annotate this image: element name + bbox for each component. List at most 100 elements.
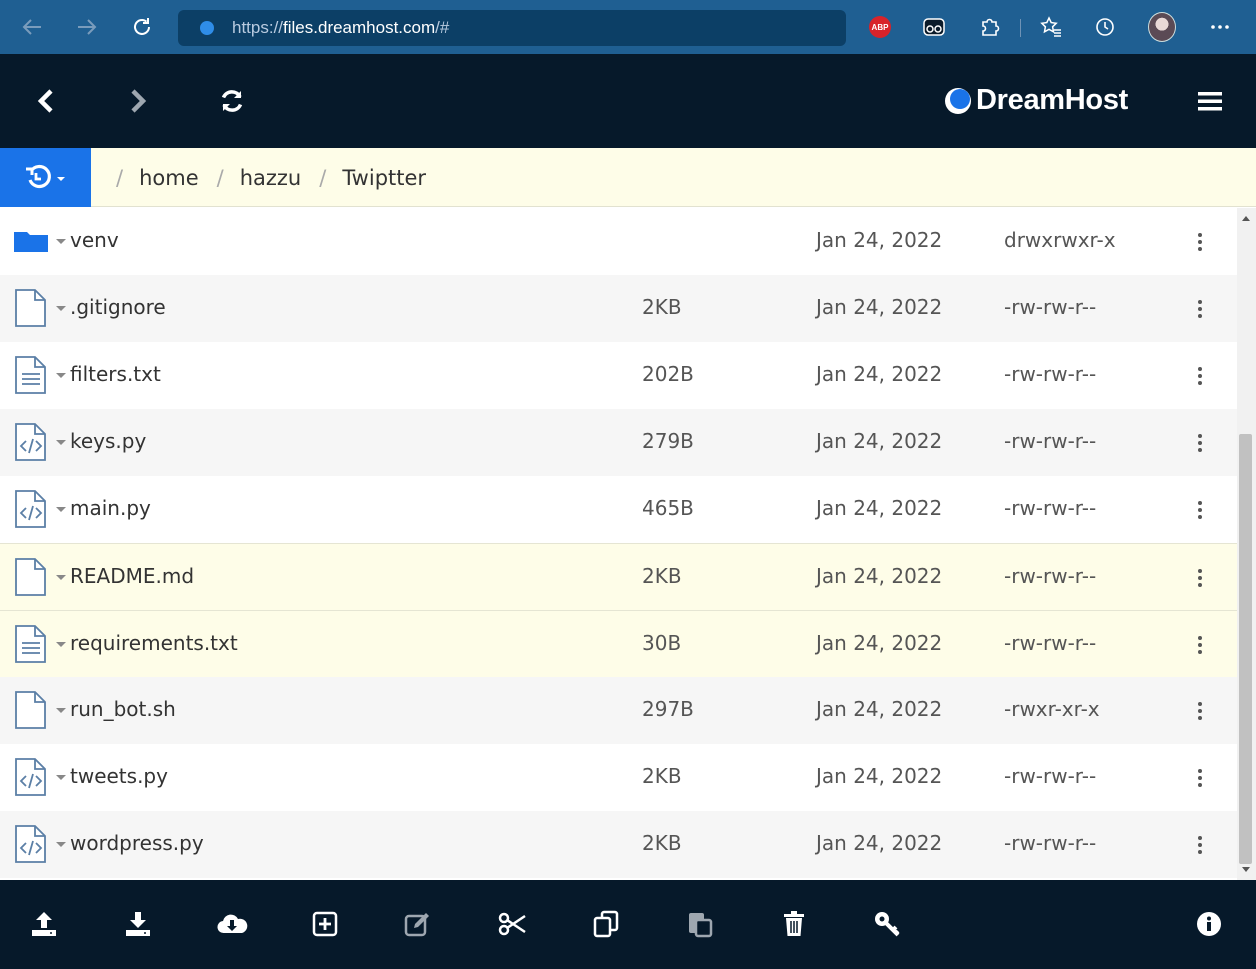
file-date: Jan 24, 2022: [816, 831, 943, 855]
row-more-vertical-icon[interactable]: [1192, 230, 1208, 254]
breadcrumb-current[interactable]: Twiptter: [342, 166, 426, 190]
glasses-icon: [923, 18, 945, 36]
row-more-vertical-icon[interactable]: [1192, 566, 1208, 590]
scrollbar[interactable]: [1237, 208, 1256, 880]
caret-down-icon[interactable]: [56, 440, 66, 445]
caret-down-icon[interactable]: [56, 642, 66, 647]
scroll-down-icon[interactable]: [1242, 867, 1250, 872]
site-info-icon[interactable]: [200, 21, 214, 35]
caret-down-icon[interactable]: [56, 708, 66, 713]
favorites-button[interactable]: [1037, 13, 1065, 41]
refresh-button[interactable]: [210, 79, 254, 123]
file-permissions: -rwxr-xr-x: [1004, 697, 1100, 721]
row-more-vertical-icon[interactable]: [1192, 297, 1208, 321]
file-name[interactable]: .gitignore: [70, 295, 166, 319]
history-dropdown-button[interactable]: [0, 148, 91, 207]
file-name[interactable]: tweets.py: [70, 764, 168, 788]
text-file-icon: [14, 356, 48, 394]
edit-button[interactable]: [400, 906, 436, 942]
permissions-key-icon: [875, 912, 900, 937]
caret-down-icon[interactable]: [56, 842, 66, 847]
cloud-download-button[interactable]: [214, 906, 250, 942]
delete-button[interactable]: [776, 906, 812, 942]
copy-button[interactable]: [588, 906, 624, 942]
file-row[interactable]: keys.py 279B Jan 24, 2022 -rw-rw-r--: [0, 409, 1237, 476]
row-more-vertical-icon[interactable]: [1192, 364, 1208, 388]
cut-button[interactable]: [494, 906, 530, 942]
file-size: 279B: [642, 429, 694, 453]
file-name[interactable]: filters.txt: [70, 362, 161, 386]
download-button[interactable]: [120, 906, 156, 942]
action-toolbar: [0, 880, 1256, 969]
profile-button[interactable]: [1148, 12, 1176, 42]
hamburger-menu-button[interactable]: [1188, 79, 1232, 123]
file-row[interactable]: tweets.py 2KB Jan 24, 2022 -rw-rw-r--: [0, 744, 1237, 811]
history-icon: [1096, 18, 1114, 36]
adblock-extension-button[interactable]: ABP: [866, 13, 894, 41]
address-bar-url: https://files.dreamhost.com/#: [232, 18, 450, 37]
file-row[interactable]: venv Jan 24, 2022 drwxrwxr-x: [0, 208, 1237, 275]
edit-icon: [404, 913, 429, 937]
paste-button[interactable]: [682, 906, 718, 942]
file-permissions: -rw-rw-r--: [1004, 362, 1097, 386]
file-name[interactable]: venv: [70, 228, 119, 252]
browser-forward-button[interactable]: [67, 7, 107, 47]
file-row[interactable]: requirements.txt 30B Jan 24, 2022 -rw-rw-r-…: [0, 610, 1237, 677]
row-more-vertical-icon[interactable]: [1192, 766, 1208, 790]
row-more-vertical-icon[interactable]: [1192, 633, 1208, 657]
file-name[interactable]: README.md: [70, 564, 194, 588]
file-name[interactable]: run_bot.sh: [70, 697, 176, 721]
row-more-vertical-icon[interactable]: [1192, 833, 1208, 857]
caret-down-icon[interactable]: [56, 373, 66, 378]
file-row[interactable]: main.py 465B Jan 24, 2022 -rw-rw-r--: [0, 476, 1237, 543]
upload-button[interactable]: [26, 906, 62, 942]
file-row[interactable]: run_bot.sh 297B Jan 24, 2022 -rwxr-xr-x: [0, 677, 1237, 744]
breadcrumb-home[interactable]: home: [139, 166, 199, 190]
file-name[interactable]: keys.py: [70, 429, 146, 453]
new-file-button[interactable]: [307, 906, 343, 942]
forward-button[interactable]: [116, 79, 160, 123]
file-permissions: drwxrwxr-x: [1004, 228, 1116, 252]
file-row[interactable]: README.md 2KB Jan 24, 2022 -rw-rw-r--: [0, 543, 1237, 610]
file-date: Jan 24, 2022: [816, 697, 943, 721]
info-button[interactable]: [1191, 906, 1227, 942]
row-more-vertical-icon[interactable]: [1192, 431, 1208, 455]
file-size: 2KB: [642, 295, 682, 319]
file-name[interactable]: wordpress.py: [70, 831, 204, 855]
caret-down-icon[interactable]: [56, 575, 66, 580]
browser-menu-button[interactable]: [1206, 13, 1234, 41]
caret-down-icon[interactable]: [56, 775, 66, 780]
history-button[interactable]: [1091, 13, 1119, 41]
file-row[interactable]: filters.txt 202B Jan 24, 2022 -rw-rw-r--: [0, 342, 1237, 409]
file-size: 2KB: [642, 564, 682, 588]
file-permissions: -rw-rw-r--: [1004, 831, 1097, 855]
browser-toolbar: https://files.dreamhost.com/# ABP: [0, 0, 1256, 54]
file-name[interactable]: main.py: [70, 496, 151, 520]
text-file-icon: [14, 625, 48, 663]
extensions-button[interactable]: [976, 13, 1004, 41]
scrollbar-thumb[interactable]: [1239, 434, 1252, 864]
scroll-up-icon[interactable]: [1242, 216, 1250, 221]
caret-down-icon[interactable]: [56, 239, 66, 244]
caret-down-icon[interactable]: [56, 507, 66, 512]
back-button[interactable]: [24, 79, 68, 123]
permissions-button[interactable]: [869, 906, 905, 942]
cut-icon: [498, 912, 526, 936]
row-more-vertical-icon[interactable]: [1192, 498, 1208, 522]
browser-reload-button[interactable]: [122, 7, 162, 47]
breadcrumb-hazzu[interactable]: hazzu: [240, 166, 302, 190]
star-list-icon: [1040, 16, 1061, 37]
file-row[interactable]: .gitignore 2KB Jan 24, 2022 -rw-rw-r--: [0, 275, 1237, 342]
file-size: 297B: [642, 697, 694, 721]
file-permissions: -rw-rw-r--: [1004, 496, 1097, 520]
puzzle-icon: [982, 18, 1000, 36]
file-size: 465B: [642, 496, 694, 520]
caret-down-icon[interactable]: [56, 306, 66, 311]
extension-glasses-button[interactable]: [920, 13, 948, 41]
row-more-vertical-icon[interactable]: [1192, 699, 1208, 723]
browser-back-button[interactable]: [12, 7, 52, 47]
address-bar[interactable]: https://files.dreamhost.com/#: [178, 10, 846, 46]
file-date: Jan 24, 2022: [816, 295, 943, 319]
file-name[interactable]: requirements.txt: [70, 631, 238, 655]
file-row[interactable]: wordpress.py 2KB Jan 24, 2022 -rw-rw-r--: [0, 811, 1237, 878]
